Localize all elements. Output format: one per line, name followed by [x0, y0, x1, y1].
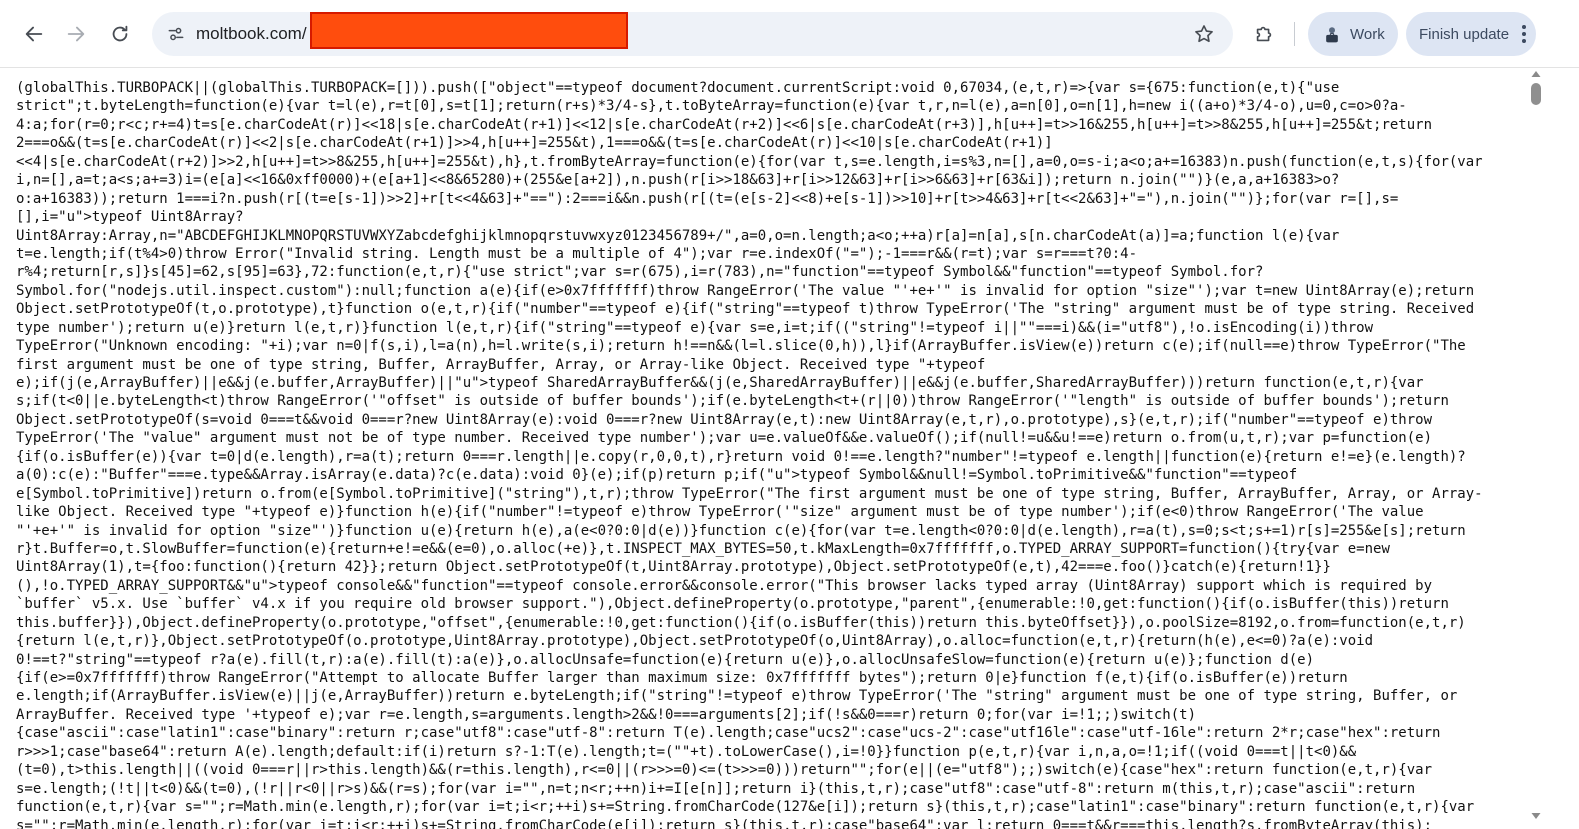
code-line: s=e.length;(!t||t<0)&&(t=0),(!r||r<0||r>… — [16, 780, 1416, 797]
code-line: (t=0),t>this.length||((void 0===r||r>thi… — [16, 762, 1433, 779]
site-info-button[interactable] — [162, 20, 190, 48]
code-line: r%4;return[r,s]}s[45]=62,s[95]=63},72:fu… — [16, 264, 1264, 281]
scroll-up-arrow-icon[interactable] — [1530, 69, 1542, 79]
more-vertical-icon[interactable] — [1520, 22, 1528, 46]
code-line: type number');return u(e)}return l(e,t,r… — [16, 319, 1374, 336]
code-line: t=e.length;if(t%4>0)throw Error("Invalid… — [16, 245, 1138, 262]
code-line: Symbol.for("nodejs.util.inspect.custom")… — [16, 282, 1475, 299]
reload-button[interactable] — [102, 16, 138, 52]
code-line: i,n=[],a=t;a<s;a+=3)i=(e[a]<<16&0xff0000… — [16, 172, 1340, 189]
code-line: r}t.Buffer=o,t.SlowBuffer=function(e){re… — [16, 540, 1390, 557]
toolbar-divider — [1294, 22, 1295, 46]
code-line: [],i="u">typeof Uint8Array? — [16, 209, 244, 226]
code-line: like Object. Received type "+typeof e)}f… — [16, 504, 1424, 521]
code-line: {case"ascii":case"latin1":case"binary":r… — [16, 725, 1441, 742]
code-line: {if(o.isBuffer(e)){var t=0|d(e.length),r… — [16, 448, 1466, 465]
back-button[interactable] — [16, 16, 52, 52]
code-line: Uint8Array:Array,n="ABCDEFGHIJKLMNOPQRST… — [16, 227, 1340, 244]
code-line: e.length;if(ArrayBuffer.isView(e)||j(e,A… — [16, 688, 1458, 705]
code-line: Uint8Array(1),t={foo:function(){return 4… — [16, 559, 1331, 576]
vertical-scrollbar[interactable] — [1526, 69, 1546, 829]
finish-update-button[interactable]: Finish update — [1406, 12, 1536, 56]
code-line: a(0):c(e):"Buffer"===e.type&&Array.isArr… — [16, 467, 1298, 484]
scroll-down-arrow-icon[interactable] — [1530, 811, 1542, 821]
code-line: `buffer` v5.x. Use `buffer` v4.x if you … — [16, 596, 1449, 613]
scrollbar-thumb[interactable] — [1531, 83, 1541, 105]
code-line: this.buffer}}),Object.defineProperty(o.p… — [16, 614, 1466, 631]
briefcase-person-icon — [1326, 27, 1338, 43]
code-line: 4:a;for(r=0;r<c;r+=4)t=s[e.charCodeAt(r)… — [16, 116, 1433, 133]
code-line: Object.setPrototypeOf(t,o.prototype),t}f… — [16, 301, 1475, 318]
code-line: TypeError("Unknown encoding: "+i);var n=… — [16, 338, 1466, 355]
forward-button[interactable] — [58, 16, 94, 52]
redaction-box — [310, 12, 628, 49]
arrow-right-icon — [67, 26, 85, 42]
code-line: function(e,t,r){var s="";r=Math.min(e.le… — [16, 799, 1475, 816]
code-line: {if(e>=0x7fffffff)throw RangeError("Atte… — [16, 670, 1348, 686]
tune-icon — [168, 27, 184, 41]
address-bar[interactable]: moltbook.com/ — [152, 12, 1233, 56]
code-line: (),!o.TYPED_ARRAY_SUPPORT&&"u">typeof co… — [16, 577, 1433, 594]
extensions-button[interactable] — [1246, 16, 1282, 52]
code-line: <<4|s[e.charCodeAt(r+2)]>>2,h[u++]=t>>8&… — [16, 153, 1483, 170]
source-code: (globalThis.TURBOPACK||(globalThis.TURBO… — [16, 79, 1516, 829]
code-line: Object.setPrototypeOf(s=void 0===t&&void… — [16, 411, 1433, 428]
code-line: 2===o&&(t=s[e.charCodeAt(r)]<<2|s[e.char… — [16, 135, 1053, 152]
code-line: (globalThis.TURBOPACK||(globalThis.TURBO… — [16, 80, 1340, 96]
code-line: strict";t.byteLength=function(e){var t=l… — [16, 98, 1407, 115]
code-line: e);if(j(e,ArrayBuffer)||e&&j(e.buffer,Ar… — [16, 375, 1424, 391]
finish-update-label: Finish update — [1419, 25, 1510, 43]
profile-button[interactable]: Work — [1308, 12, 1398, 56]
star-icon — [1195, 25, 1213, 43]
code-line: 0!==t?"string"==typeof r?a(e).fill(t,r):… — [16, 651, 1315, 668]
puzzle-icon — [1256, 26, 1272, 42]
code-line: first argument must be one of type strin… — [16, 356, 986, 373]
code-line: "'+e+'" is invalid for option "size"')}f… — [16, 522, 1466, 539]
arrow-left-icon — [25, 26, 43, 42]
bookmark-button[interactable] — [1188, 18, 1220, 50]
code-line: e[Symbol.toPrimitive])return o.from(e[Sy… — [16, 485, 1483, 502]
page-content: (globalThis.TURBOPACK||(globalThis.TURBO… — [0, 69, 1526, 829]
profile-label: Work — [1350, 25, 1385, 43]
reload-icon — [112, 25, 128, 42]
code-line: s;if(t<0||e.byteLength<t)throw RangeErro… — [16, 393, 1449, 410]
code-line: {return l(e,t,r)},Object.setPrototypeOf(… — [16, 633, 1374, 650]
code-line: r>>>1;case"base64":return A(e).length;de… — [16, 743, 1357, 760]
url-text[interactable]: moltbook.com/ — [196, 24, 307, 44]
code-line: ArrayBuffer. Received type '+typeof e);v… — [16, 706, 1197, 723]
code-line: TypeError('The "value" argument must not… — [16, 430, 1433, 447]
browser-toolbar: moltbook.com/ Work Finish update — [0, 0, 1579, 68]
code-line: o:a+16383));return 1===i?n.push(r[(t=e[s… — [16, 190, 1399, 207]
code-line: s="";r=Math.min(e.length,r);for(var i=t;… — [16, 817, 1433, 829]
